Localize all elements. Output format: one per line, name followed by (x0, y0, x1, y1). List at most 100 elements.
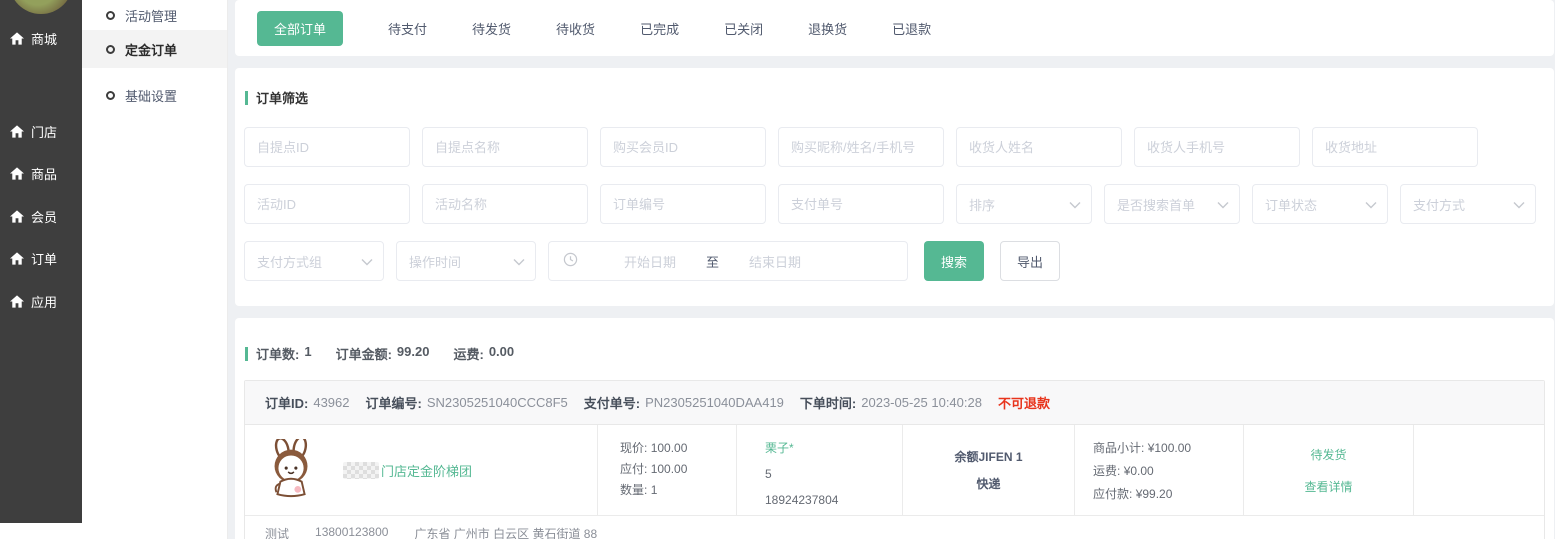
select-placeholder: 操作时间 (409, 252, 461, 271)
submenu-item-basic-settings[interactable]: 基础设置 (82, 76, 227, 114)
order-number-label: 订单编号: (366, 393, 422, 412)
order-filter-panel: 订单筛选 排序 (235, 68, 1554, 306)
tab-pending-receipt[interactable]: 待收货 (556, 19, 595, 38)
payment-method-select[interactable]: 支付方式 (1400, 184, 1536, 224)
order-list-panel: 订单数: 1 订单金额: 99.20 运费: 0.00 订单ID: 43962 … (235, 318, 1554, 539)
title-accent-bar (245, 91, 248, 105)
chevron-down-icon (361, 254, 373, 269)
chevron-down-icon (1365, 197, 1377, 212)
sidebar-item-label: 订单 (31, 249, 57, 268)
pickup-point-name-input[interactable] (422, 127, 588, 167)
chevron-down-icon (1217, 197, 1229, 212)
totals-cell: 商品小计: ¥100.00 运费: ¥0.00 应付款: ¥99.20 (1074, 425, 1243, 515)
sidebar-item-label: 商城 (31, 29, 57, 48)
order-status-text: 待发货 (1310, 446, 1346, 463)
export-button[interactable]: 导出 (1000, 241, 1060, 281)
sidebar-item-apps[interactable]: 应用 (0, 288, 82, 314)
tab-refunded[interactable]: 已退款 (892, 19, 931, 38)
filter-row-3: 支付方式组 操作时间 开始日期 至 结束日期 搜索 导出 (244, 241, 1554, 281)
sidebar-item-members[interactable]: 会员 (0, 203, 82, 229)
receiver-name-input[interactable] (956, 127, 1122, 167)
buyer-nickname-link[interactable]: 栗子* (765, 435, 902, 461)
end-date-placeholder[interactable]: 结束日期 (749, 252, 801, 271)
select-placeholder: 支付方式组 (257, 252, 322, 271)
sidebar-item-mall[interactable]: 商城 (0, 25, 82, 51)
scrollbar-track[interactable] (1555, 0, 1561, 539)
buyer-member-id-input[interactable] (600, 127, 766, 167)
select-placeholder: 订单状态 (1265, 195, 1317, 214)
order-status-tabs: 全部订单 待支付 待发货 待收货 已完成 已关闭 退换货 已退款 (235, 0, 1554, 56)
view-details-link[interactable]: 查看详情 (1304, 478, 1352, 495)
sort-select[interactable]: 排序 (956, 184, 1092, 224)
tab-all-orders[interactable]: 全部订单 (257, 11, 343, 46)
product-name-link[interactable]: 门店定金阶梯团 (343, 461, 472, 480)
app-logo (9, 0, 73, 14)
order-number-value: SN2305251040CCC8F5 (427, 395, 568, 410)
payable-price-line: 应付: 100.00 (620, 459, 736, 480)
payment-method-group-select[interactable]: 支付方式组 (244, 241, 384, 281)
tab-completed[interactable]: 已完成 (640, 19, 679, 38)
tab-pending-payment[interactable]: 待支付 (388, 19, 427, 38)
receiver-phone-input[interactable] (1134, 127, 1300, 167)
status-cell: 待发货 查看详情 (1243, 425, 1413, 515)
secondary-sidebar: 活动管理 定金订单 基础设置 (82, 0, 228, 539)
sidebar-item-store[interactable]: 门店 (0, 118, 82, 144)
activity-id-input[interactable] (244, 184, 410, 224)
chevron-down-icon (1513, 197, 1525, 212)
buyer-phone: 18924237804 (765, 487, 902, 513)
first-order-search-select[interactable]: 是否搜索首单 (1104, 184, 1240, 224)
censored-text (343, 462, 379, 479)
order-id-label: 订单ID: (265, 393, 308, 412)
shipping-line: 运费: ¥0.00 (1093, 460, 1243, 483)
buyer-cell: 栗子* 5 18924237804 (736, 425, 902, 515)
filter-title-text: 订单筛选 (256, 88, 308, 107)
order-status-select[interactable]: 订单状态 (1252, 184, 1388, 224)
sidebar-item-orders[interactable]: 订单 (0, 245, 82, 271)
home-icon (10, 167, 24, 180)
operation-time-select[interactable]: 操作时间 (396, 241, 536, 281)
home-icon (10, 252, 24, 265)
tab-pending-shipment[interactable]: 待发货 (472, 19, 511, 38)
start-date-placeholder[interactable]: 开始日期 (624, 252, 676, 271)
actions-cell-empty (1413, 425, 1544, 515)
quantity-line: 数量: 1 (620, 480, 736, 501)
delivery-cell: 余额JIFEN 1 快递 (902, 425, 1074, 515)
summary-shipping-fee: 运费: 0.00 (453, 344, 514, 363)
order-admin-page: 商城 门店 商品 会员 订单 应用 活动管理 定金订单 (0, 0, 1561, 539)
receiver-address-input[interactable] (1312, 127, 1478, 167)
current-price-line: 现价: 100.00 (620, 438, 736, 459)
submenu-item-activity-management[interactable]: 活动管理 (82, 0, 227, 30)
chevron-down-icon (1069, 197, 1081, 212)
payment-number-value: PN2305251040DAA419 (645, 395, 784, 410)
buyer-nickname-input[interactable] (778, 127, 944, 167)
primary-sidebar: 商城 门店 商品 会员 订单 应用 (0, 0, 82, 523)
main-content: 全部订单 待支付 待发货 待收货 已完成 已关闭 退换货 已退款 订单筛选 (228, 0, 1561, 539)
summary-label: 订单金额: (336, 344, 392, 363)
payment-number-input[interactable] (778, 184, 944, 224)
summary-value: 0.00 (489, 344, 514, 363)
product-image-bunny[interactable] (261, 439, 323, 501)
receiver-name: 测试 (265, 525, 289, 539)
sidebar-item-label: 应用 (31, 292, 57, 311)
clock-icon (563, 252, 578, 270)
date-separator: 至 (706, 252, 719, 271)
order-card-header: 订单ID: 43962 订单编号: SN2305251040CCC8F5 支付单… (245, 381, 1544, 425)
sidebar-item-label: 商品 (31, 164, 57, 183)
order-number-input[interactable] (600, 184, 766, 224)
search-button[interactable]: 搜索 (924, 241, 984, 281)
tab-return-exchange[interactable]: 退换货 (808, 19, 847, 38)
order-time-label: 下单时间: (800, 393, 856, 412)
pickup-point-id-input[interactable] (244, 127, 410, 167)
select-placeholder: 支付方式 (1413, 195, 1465, 214)
chevron-down-icon (513, 254, 525, 269)
circle-icon (106, 11, 115, 20)
submenu-item-deposit-orders[interactable]: 定金订单 (82, 30, 227, 68)
tab-closed[interactable]: 已关闭 (724, 19, 763, 38)
activity-name-input[interactable] (422, 184, 588, 224)
delivery-method-text: 快递 (976, 475, 1000, 492)
filter-row-1 (244, 127, 1554, 167)
summary-order-count: 订单数: 1 (256, 344, 312, 363)
price-cell: 现价: 100.00 应付: 100.00 数量: 1 (597, 425, 736, 515)
date-range-picker[interactable]: 开始日期 至 结束日期 (548, 241, 908, 281)
sidebar-item-goods[interactable]: 商品 (0, 160, 82, 186)
